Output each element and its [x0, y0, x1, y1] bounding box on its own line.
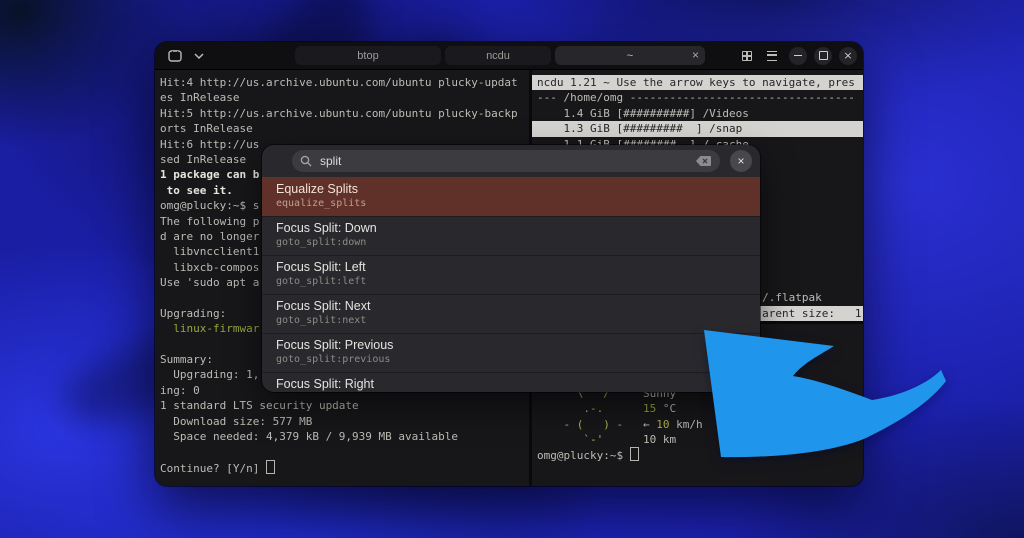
palette-item-title: Focus Split: Previous: [276, 338, 394, 352]
minimize-icon: [794, 54, 802, 57]
palette-item-command: goto_split:previous: [276, 354, 391, 365]
tab-label: btop: [357, 49, 379, 62]
tab-home-active[interactable]: ~ ×: [555, 46, 705, 65]
chevron-down-icon[interactable]: [189, 46, 209, 65]
palette-item-command: goto_split:next: [276, 315, 367, 326]
terminal-line: Download size: 577 MB: [160, 414, 313, 428]
command-palette: × Equalize Splits equalize_splits Focus Sp…: [262, 145, 760, 392]
hamburger-menu-icon[interactable]: [762, 46, 782, 65]
close-button[interactable]: ×: [839, 46, 857, 65]
terminal-line: Hit:4 http://us.archive.ubuntu.com/ubunt…: [160, 76, 518, 89]
minimize-button[interactable]: [789, 46, 807, 65]
palette-item[interactable]: Equalize Splits equalize_splits: [262, 177, 760, 216]
palette-item-command: goto_split:left: [276, 276, 367, 287]
palette-item[interactable]: Focus Split: Down goto_split:down: [262, 216, 760, 255]
palette-item[interactable]: Focus Split: Previous goto_split:previous: [262, 333, 760, 372]
palette-results-list: Equalize Splits equalize_splits Focus Spli…: [262, 177, 760, 392]
palette-item-title: Equalize Splits: [276, 182, 358, 196]
palette-close-button[interactable]: ×: [730, 150, 752, 172]
tab-label: ~: [626, 49, 634, 62]
terminal-cursor: [265, 459, 275, 474]
terminal-cursor: [629, 447, 639, 462]
palette-search-row: ×: [262, 145, 760, 177]
palette-item-title: Focus Split: Next: [276, 299, 371, 313]
terminal-line: - ( ) - ← 10 km/h: [537, 417, 703, 431]
terminal-line: orts InRelease: [160, 122, 253, 136]
terminal-line: Continue? [Y/n]: [155, 459, 529, 475]
terminal-line: 1.4 GiB [##########] /Videos: [537, 106, 749, 120]
terminal-line: omg@plucky:~$: [532, 447, 863, 462]
palette-item[interactable]: Focus Split: Next goto_split:next: [262, 294, 760, 333]
terminal-line: Hit:5 http://us.archive.ubuntu.com/ubunt…: [160, 106, 518, 120]
tab-close-icon[interactable]: ×: [692, 47, 699, 64]
close-icon: ×: [843, 49, 853, 62]
backspace-clear-icon[interactable]: [695, 155, 712, 167]
palette-item[interactable]: Focus Split: Rightgoto_split:right: [262, 372, 760, 392]
palette-item-title: Focus Split: Left: [276, 260, 366, 274]
search-input[interactable]: [318, 153, 695, 169]
terminal-app-icon[interactable]: [163, 46, 187, 65]
tab-overview-grid-icon[interactable]: [737, 46, 757, 65]
terminal-line: Space needed: 4,379 kB / 9,939 MB availa…: [160, 429, 459, 443]
palette-item-title: Focus Split: Down: [276, 221, 377, 235]
tab-ncdu[interactable]: ncdu: [445, 46, 551, 65]
terminal-line: .-. 15 °C: [537, 402, 677, 416]
tab-btop[interactable]: btop: [295, 46, 441, 65]
palette-item-command: equalize_splits: [276, 198, 367, 209]
search-icon: [300, 155, 312, 167]
maximize-button[interactable]: [814, 46, 832, 65]
close-icon: ×: [737, 154, 745, 168]
terminal-line: --- /home/omg --------------------------…: [537, 91, 855, 105]
terminal-line: 1 standard LTS security update: [160, 399, 359, 413]
terminal-line: `-' 10 km: [537, 432, 677, 446]
tab-label: ncdu: [486, 49, 510, 62]
desktop-scene: btop ncdu ~ × × Hit:4 http://us.archive.…: [0, 0, 1024, 538]
terminal-line: ncdu 1.21 ~ Use the arrow keys to naviga…: [532, 75, 863, 91]
titlebar[interactable]: btop ncdu ~ × ×: [155, 42, 863, 70]
terminal-line: 1.3 GiB [######### ] /snap: [532, 121, 863, 137]
palette-search-field[interactable]: [292, 150, 720, 172]
palette-item-command: goto_split:down: [276, 237, 367, 248]
maximize-icon: [818, 51, 828, 60]
palette-item-title: Focus Split: Right: [276, 377, 374, 391]
terminal-line: es InRelease: [160, 91, 240, 105]
palette-item[interactable]: Focus Split: Left goto_split:left: [262, 255, 760, 294]
